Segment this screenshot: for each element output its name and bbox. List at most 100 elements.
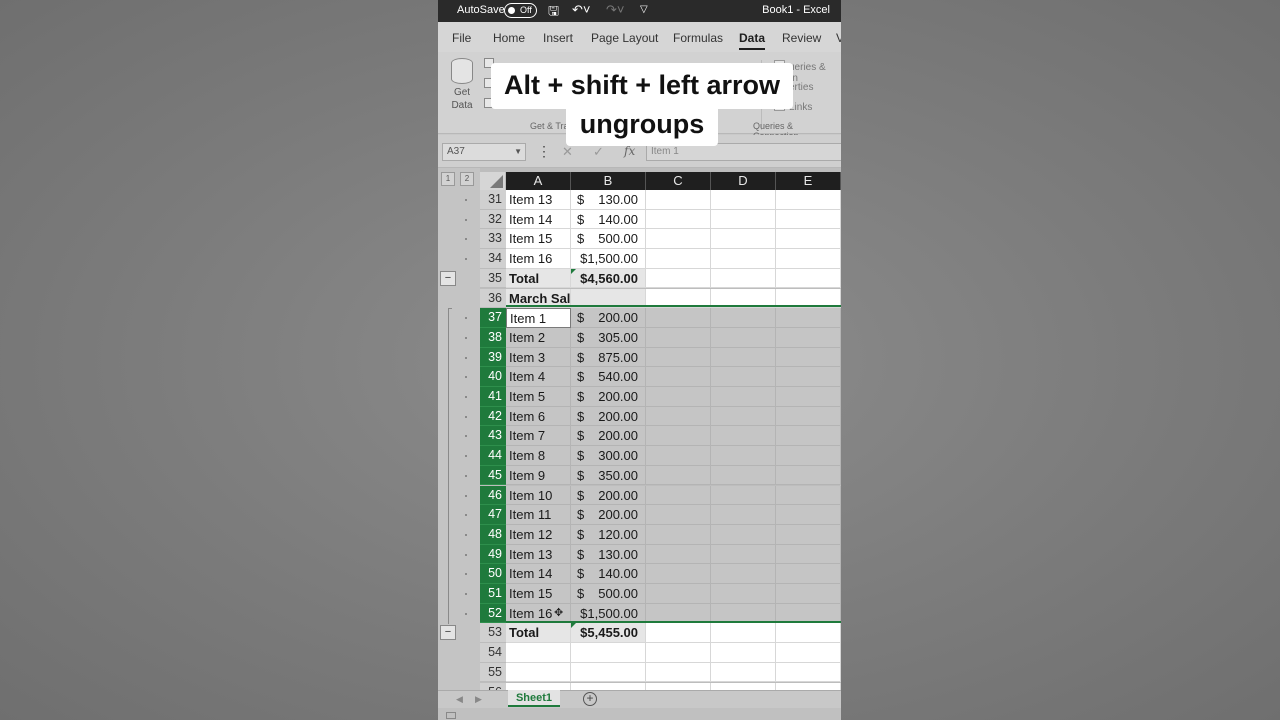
cell-item[interactable]: Item 7 [506, 426, 571, 447]
cell-amount[interactable]: $200.00 [571, 308, 646, 328]
cell-amount[interactable]: $130.00 [571, 544, 646, 565]
cell-empty[interactable] [646, 643, 711, 663]
cell-empty[interactable] [711, 544, 776, 565]
redo-icon[interactable]: ↷˅ [606, 2, 624, 18]
scroll-right-icon[interactable]: ▶ [475, 694, 482, 705]
cell-item[interactable]: Item 10 [506, 485, 571, 506]
cell-empty[interactable] [711, 190, 776, 210]
column-header-e[interactable]: E [776, 172, 841, 190]
cell-empty[interactable] [646, 249, 711, 269]
more-options-icon[interactable]: ⋮ [537, 143, 551, 160]
row-header[interactable]: 54 [480, 643, 506, 663]
cell-empty[interactable] [711, 564, 776, 584]
tab-review[interactable]: Review [782, 31, 821, 45]
cell-item[interactable]: Item 3 [506, 347, 571, 368]
cell-empty[interactable] [776, 623, 841, 644]
cell-amount[interactable] [571, 643, 646, 663]
cell-empty[interactable] [776, 347, 841, 368]
cell-amount[interactable]: $140.00 [571, 209, 646, 230]
cell-empty[interactable] [711, 347, 776, 368]
row-header[interactable]: 45 [480, 465, 506, 486]
row-header[interactable]: 50 [480, 564, 506, 584]
cell-empty[interactable] [711, 662, 776, 683]
row-header[interactable]: 31 [480, 190, 506, 210]
cell-amount[interactable]: $4,560.00 [571, 268, 646, 289]
row-header[interactable]: 33 [480, 229, 506, 250]
cell-empty[interactable] [776, 662, 841, 683]
cell-empty[interactable] [646, 209, 711, 230]
row-header[interactable]: 44 [480, 446, 506, 466]
cell-empty[interactable] [711, 406, 776, 427]
cell-empty[interactable] [711, 485, 776, 506]
row-header[interactable]: 37 [480, 308, 506, 328]
cell-empty[interactable] [646, 623, 711, 644]
cell-empty[interactable] [646, 544, 711, 565]
cell-empty[interactable] [646, 584, 711, 604]
tab-home[interactable]: Home [493, 31, 525, 45]
cell-amount[interactable]: $120.00 [571, 524, 646, 545]
cell-item[interactable]: Item 6 [506, 406, 571, 427]
scroll-left-icon[interactable]: ◀ [456, 694, 463, 705]
save-icon[interactable]: 🖫 [548, 2, 559, 24]
cell-empty[interactable] [646, 308, 711, 328]
insert-function-icon[interactable]: fx [624, 144, 635, 158]
cell-amount[interactable]: $1,500.00 [571, 249, 646, 269]
cell-item[interactable]: Item 8 [506, 446, 571, 466]
cell-empty[interactable] [711, 505, 776, 525]
cell-empty[interactable] [776, 485, 841, 506]
tab-page-layout[interactable]: Page Layout [591, 31, 658, 45]
cell-empty[interactable] [646, 662, 711, 683]
cell-empty[interactable] [776, 229, 841, 250]
collapse-group-button[interactable]: − [440, 625, 456, 641]
cell-item[interactable]: Item 16 [506, 249, 571, 269]
collapse-group-button[interactable]: − [440, 270, 456, 286]
cell-empty[interactable] [646, 426, 711, 447]
cell-empty[interactable] [646, 485, 711, 506]
row-header[interactable]: 55 [480, 662, 506, 683]
add-sheet-icon[interactable]: + [583, 692, 597, 706]
cell-item[interactable]: Item 5 [506, 387, 571, 407]
cell-empty[interactable] [776, 367, 841, 387]
cell-item[interactable] [506, 662, 571, 683]
chevron-down-icon[interactable]: ▼ [514, 147, 522, 156]
tab-formulas[interactable]: Formulas [673, 31, 723, 45]
select-all-button[interactable] [480, 172, 505, 190]
cell-amount[interactable]: $200.00 [571, 387, 646, 407]
cell-amount[interactable]: $540.00 [571, 367, 646, 387]
cell-empty[interactable] [711, 524, 776, 545]
cell-item[interactable]: Total [506, 623, 571, 644]
cell-empty[interactable] [776, 190, 841, 210]
cell-amount[interactable]: $300.00 [571, 446, 646, 466]
cell-item[interactable]: Item 15 [506, 229, 571, 250]
cell-empty[interactable] [711, 308, 776, 328]
outline-level-1-button[interactable]: 1 [441, 172, 455, 186]
cell-empty[interactable] [646, 505, 711, 525]
cell-empty[interactable] [776, 564, 841, 584]
row-header[interactable]: 48 [480, 524, 506, 545]
row-header[interactable]: 36 [480, 288, 506, 309]
tab-view[interactable]: V [836, 31, 841, 45]
cell-empty[interactable] [776, 209, 841, 230]
row-header[interactable]: 49 [480, 544, 506, 565]
outline-level-2-button[interactable]: 2 [460, 172, 474, 186]
cell-empty[interactable] [646, 229, 711, 250]
row-header[interactable]: 41 [480, 387, 506, 407]
cell-empty[interactable] [711, 584, 776, 604]
row-header[interactable]: 39 [480, 347, 506, 368]
cell-empty[interactable] [711, 446, 776, 466]
tab-file[interactable]: File [452, 31, 471, 45]
cell-empty[interactable] [711, 327, 776, 348]
cell-empty[interactable] [711, 465, 776, 486]
cell-empty[interactable] [711, 623, 776, 644]
cell-empty[interactable] [776, 584, 841, 604]
cell-amount[interactable]: $305.00 [571, 327, 646, 348]
cell-item[interactable]: Total [506, 268, 571, 289]
get-data-button[interactable]: Get Data [446, 58, 478, 112]
row-header[interactable]: 42 [480, 406, 506, 427]
cell-empty[interactable] [776, 406, 841, 427]
cell-empty[interactable] [711, 387, 776, 407]
cell-item[interactable] [506, 643, 571, 663]
cell-amount[interactable]: $875.00 [571, 347, 646, 368]
cell-amount[interactable]: $130.00 [571, 190, 646, 210]
row-header[interactable]: 34 [480, 249, 506, 269]
